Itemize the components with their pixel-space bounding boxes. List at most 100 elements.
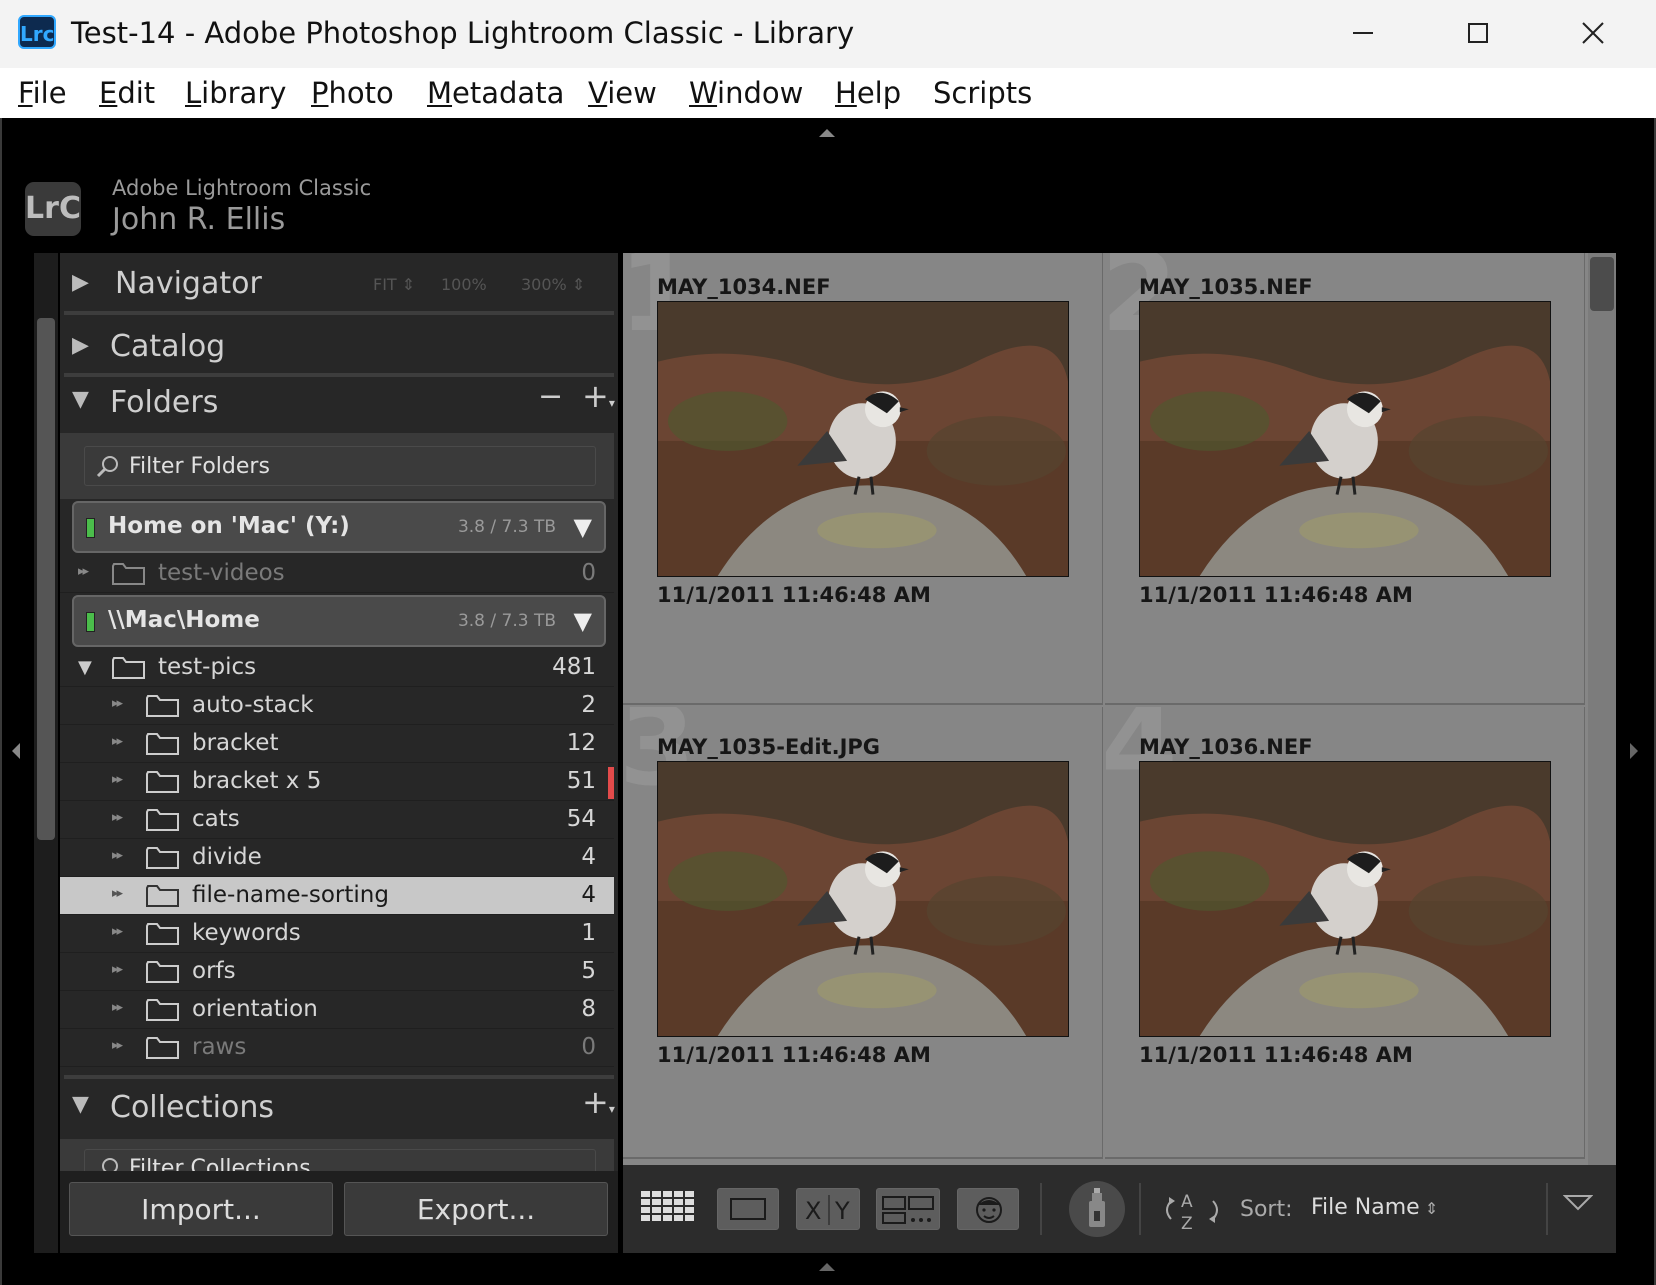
disclosure-arrow-icon[interactable]: ▸▸ <box>112 962 123 977</box>
compare-view-button[interactable]: X Y <box>796 1188 860 1230</box>
photo-thumbnail[interactable] <box>657 761 1069 1037</box>
svg-text:Y: Y <box>834 1197 850 1225</box>
folder-icon <box>112 657 145 679</box>
volume-name: Home on 'Mac' (Y:) <box>108 513 350 539</box>
disclosure-arrow-icon[interactable]: ▸▸ <box>112 696 123 711</box>
volume-header-mac-home[interactable]: \\Mac\Home 3.8 / 7.3 TB ▼ <box>72 595 606 647</box>
folder-row[interactable]: ▸▸ keywords 1 <box>60 915 614 953</box>
sort-select[interactable]: File Name ⇕ <box>1311 1195 1438 1220</box>
photo-capture-date: 11/1/2011 11:46:48 AM <box>1139 1043 1413 1067</box>
disclosure-arrow-icon[interactable]: ▸▸ <box>112 734 123 749</box>
volume-header-y[interactable]: Home on 'Mac' (Y:) 3.8 / 7.3 TB ▼ <box>72 501 606 553</box>
menu-library[interactable]: Library <box>185 76 286 110</box>
photo-cell[interactable]: 4 MAY_1036.NEF 11/1/2011 11:46:48 AM <box>1105 707 1585 1159</box>
folder-row-test-videos[interactable]: ▸▸ test-videos 0 <box>60 555 614 593</box>
close-button[interactable] <box>1568 10 1618 56</box>
remove-folder-button[interactable]: − <box>538 379 563 414</box>
scrollbar-thumb[interactable] <box>1590 257 1614 311</box>
photo-filename: MAY_1035-Edit.JPG <box>657 735 881 759</box>
folder-row[interactable]: ▸▸ orfs 5 <box>60 953 614 991</box>
add-folder-button[interactable]: +▾ <box>582 377 615 415</box>
grid-scrollbar[interactable] <box>1588 253 1616 1165</box>
menu-photo[interactable]: Photo <box>311 76 394 110</box>
loupe-view-button[interactable] <box>717 1188 779 1230</box>
maximize-button[interactable] <box>1452 10 1502 56</box>
export-button[interactable]: Export... <box>344 1182 608 1236</box>
menu-metadata[interactable]: Metadata <box>427 76 564 110</box>
menu-scripts[interactable]: Scripts <box>933 76 1032 110</box>
left-panel-scrollbar[interactable] <box>34 253 58 1253</box>
folder-row[interactable]: ▸▸ raws 0 <box>60 1029 614 1067</box>
photo-thumbnail[interactable] <box>657 301 1069 577</box>
left-panel-toggle-icon[interactable] <box>10 742 22 760</box>
right-panel-toggle-icon[interactable] <box>1628 742 1640 760</box>
folder-row-selected[interactable]: ▸▸ file-name-sorting 4 <box>60 877 614 915</box>
disclosure-arrow-icon[interactable]: ▸▸ <box>112 772 123 787</box>
folder-row[interactable]: ▸▸ bracket x 5 51 <box>60 763 614 801</box>
folder-row[interactable]: ▸▸ cats 54 <box>60 801 614 839</box>
folder-count: 2 <box>581 692 596 718</box>
folder-count: 481 <box>552 654 596 680</box>
grid-view-button[interactable] <box>639 1188 701 1230</box>
collections-header[interactable]: ▼ Collections +▾ <box>60 1079 618 1141</box>
face-icon <box>976 1197 1002 1223</box>
photo-cell[interactable]: 2 MAY_1035.NEF 11/1/2011 11:46:48 AM <box>1105 253 1585 705</box>
bottom-panel-toggle-icon[interactable] <box>818 1262 836 1272</box>
photo-capture-date: 11/1/2011 11:46:48 AM <box>657 583 931 607</box>
folder-name: bracket <box>192 730 279 756</box>
add-collection-button[interactable]: +▾ <box>582 1083 615 1121</box>
sort-direction-button[interactable]: A Z <box>1159 1185 1227 1235</box>
folder-row[interactable]: ▸▸ divide 4 <box>60 839 614 877</box>
toolbar-content-menu-button[interactable] <box>1562 1193 1594 1217</box>
disclosure-arrow-icon[interactable]: ▸▸ <box>112 1000 123 1015</box>
folder-count: 54 <box>566 806 596 832</box>
folder-row[interactable]: ▸▸ bracket 12 <box>60 725 614 763</box>
volume-menu-triangle-icon[interactable]: ▼ <box>574 513 592 541</box>
folders-header[interactable]: ▼ Folders − +▾ <box>60 377 618 439</box>
painter-button[interactable] <box>1069 1181 1125 1237</box>
navigator-fit[interactable]: FIT ⇕ <box>373 275 415 294</box>
disclosure-arrow-icon[interactable]: ▸▸ <box>112 848 123 863</box>
folder-row[interactable]: ▸▸ orientation 8 <box>60 991 614 1029</box>
menu-edit[interactable]: Edit <box>99 76 155 110</box>
collapsed-triangle-icon: ▶ <box>72 270 89 295</box>
volume-size: 3.8 / 7.3 TB <box>457 611 556 631</box>
catalog-header[interactable]: ▶ Catalog <box>60 315 618 377</box>
photo-filename: MAY_1034.NEF <box>657 275 831 299</box>
disclosure-arrow-icon[interactable]: ▸▸ <box>112 1038 123 1053</box>
menu-view[interactable]: View <box>588 76 657 110</box>
disclosure-arrow-icon[interactable]: ▸▸ <box>112 810 123 825</box>
photo-thumbnail[interactable] <box>1139 761 1551 1037</box>
folder-name: bracket x 5 <box>192 768 322 794</box>
volume-status-indicator <box>86 612 95 632</box>
menu-window[interactable]: Window <box>689 76 803 110</box>
folder-name: orientation <box>192 996 318 1022</box>
disclosure-arrow-icon[interactable]: ▸▸ <box>112 886 123 901</box>
folder-count: 4 <box>581 844 596 870</box>
photo-cell[interactable]: 1 MAY_1034.NEF 11/1/2011 11:46:48 AM <box>623 253 1103 705</box>
volume-menu-triangle-icon[interactable]: ▼ <box>574 607 592 635</box>
scrollbar-thumb[interactable] <box>37 318 55 840</box>
navigator-zoom-300[interactable]: 300% ⇕ <box>521 275 585 294</box>
folder-row-test-pics[interactable]: ▼ test-pics 481 <box>60 649 614 687</box>
filter-folders-input[interactable]: Filter Folders <box>84 446 596 486</box>
top-panel-toggle-icon[interactable] <box>818 128 836 138</box>
search-icon <box>96 456 118 478</box>
people-view-button[interactable] <box>957 1188 1019 1230</box>
navigator-header[interactable]: ▶ Navigator FIT ⇕ 100% 300% ⇕ <box>60 253 618 315</box>
folder-name: test-pics <box>158 654 257 680</box>
survey-view-button[interactable] <box>876 1188 940 1230</box>
expanded-triangle-icon[interactable]: ▼ <box>78 657 92 678</box>
minimize-button[interactable] <box>1338 10 1388 56</box>
photo-thumbnail[interactable] <box>1139 301 1551 577</box>
menu-help[interactable]: Help <box>835 76 901 110</box>
navigator-zoom-100[interactable]: 100% <box>441 275 487 294</box>
disclosure-arrow-icon[interactable]: ▸▸ <box>78 564 89 579</box>
photo-cell[interactable]: 3 MAY_1035-Edit.JPG 11/1/2011 11:46:48 A… <box>623 707 1103 1159</box>
folder-name: raws <box>192 1034 247 1060</box>
import-button[interactable]: Import... <box>69 1182 333 1236</box>
disclosure-arrow-icon[interactable]: ▸▸ <box>112 924 123 939</box>
svg-text:Z: Z <box>1181 1214 1193 1234</box>
folder-row[interactable]: ▸▸ auto-stack 2 <box>60 687 614 725</box>
menu-file[interactable]: File <box>18 76 67 110</box>
